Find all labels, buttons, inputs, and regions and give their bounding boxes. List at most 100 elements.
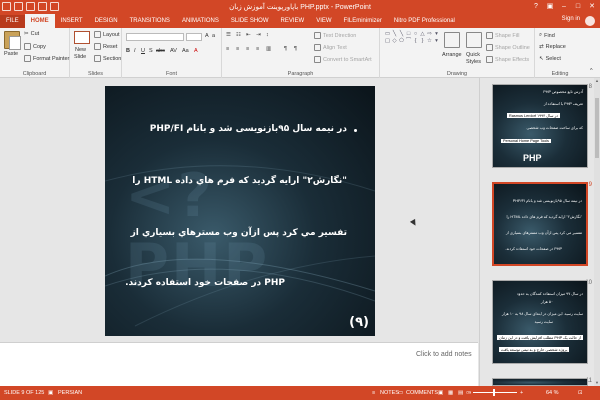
arrange-icon[interactable] <box>444 32 460 48</box>
shapes-gallery[interactable]: ▭ ╲ ╲ □ ○ △ ⇨ ▾ ▢ ◇ ⬠ ⌒ { } ☆ ▾ <box>384 31 440 57</box>
tab-view[interactable]: VIEW <box>310 15 337 28</box>
copy-button[interactable]: Copy <box>24 43 46 50</box>
help-icon[interactable]: ? <box>530 1 542 12</box>
shadow-icon[interactable]: S <box>149 48 153 54</box>
char-spacing-icon[interactable]: AV <box>170 48 177 54</box>
thumbnail-slide-8[interactable]: آدرس تابع مخصوص PHP تعریف PHP با استفاده… <box>492 84 588 168</box>
tab-review[interactable]: REVIEW <box>275 15 311 28</box>
columns-icon[interactable]: ▥ <box>266 46 271 52</box>
slide-text-line-4[interactable]: PHP در صفحات خود استفاده کردند. <box>125 278 285 288</box>
align-right-icon[interactable]: ≡ <box>246 46 249 52</box>
font-size-box[interactable] <box>186 33 202 41</box>
new-slide-button[interactable]: New <box>75 47 86 53</box>
slide-text-line-2[interactable]: "نگارش۲" ارایه گردید که فرم هاي داده HTM… <box>132 176 347 186</box>
increase-indent-icon[interactable]: ⇥ <box>256 32 261 38</box>
align-center-icon[interactable]: ≡ <box>236 46 239 52</box>
new-slide-label2[interactable]: Slide <box>74 54 86 60</box>
comments-toggle[interactable]: COMMENTS <box>406 390 438 396</box>
new-slide-icon[interactable] <box>74 31 90 44</box>
find-button[interactable]: ⌕ Find <box>539 32 555 39</box>
notes-toggle-icon[interactable]: ≡ <box>372 390 375 396</box>
thumbnail-slide-11[interactable] <box>492 378 588 386</box>
quick-styles-label2[interactable]: Styles <box>466 59 481 65</box>
zoom-level[interactable]: 64 % <box>546 390 559 396</box>
ribbon-display-icon[interactable]: ▣ <box>544 1 556 12</box>
shape-brace-icon[interactable]: { <box>412 38 419 45</box>
italic-icon[interactable]: I <box>134 48 136 54</box>
spellcheck-icon[interactable]: ▣ <box>48 390 53 396</box>
quick-styles-icon[interactable] <box>466 32 482 48</box>
tab-file[interactable]: FILE <box>0 15 25 28</box>
scroll-up-icon[interactable]: ▲ <box>594 78 600 84</box>
zoom-slider-knob[interactable] <box>493 389 495 396</box>
thumbnails-scrollbar[interactable]: ▲ ▼ <box>594 78 600 386</box>
shape-scroll-icon[interactable]: ▾ <box>433 38 440 45</box>
align-left-icon[interactable]: ≡ <box>226 46 229 52</box>
slide-text-line-1[interactable]: در نیمه سال ۹۵بازنویسی شد و بانام PHP/FI <box>150 124 347 134</box>
underline-icon[interactable]: U <box>141 48 145 54</box>
shape-effects-button[interactable]: Shape Effects <box>486 56 529 63</box>
bullets-icon[interactable]: ☰ <box>226 32 231 38</box>
maximize-icon[interactable]: □ <box>572 1 584 12</box>
minimize-icon[interactable]: – <box>558 1 570 12</box>
shape-curve-icon[interactable]: ⌒ <box>405 38 412 45</box>
tab-slide-show[interactable]: SLIDE SHOW <box>225 15 275 28</box>
line-spacing-icon[interactable]: ↕ <box>266 32 269 38</box>
decrease-indent-icon[interactable]: ⇤ <box>246 32 251 38</box>
tab-fileminimizer[interactable]: FILEminimizer <box>338 15 388 28</box>
layout-button[interactable]: Layout <box>94 31 120 38</box>
tab-animations[interactable]: ANIMATIONS <box>176 15 225 28</box>
sign-in-link[interactable]: Sign in <box>562 16 580 22</box>
tab-home[interactable]: HOME <box>24 14 55 28</box>
grow-font-icon[interactable]: A <box>205 33 209 39</box>
shape-line-icon[interactable]: ╲ <box>391 31 398 38</box>
scrollbar-thumb[interactable] <box>595 98 599 158</box>
shape-triangle-icon[interactable]: △ <box>419 31 426 38</box>
shape-star-icon[interactable]: ☆ <box>426 38 433 45</box>
comments-toggle-icon[interactable]: ▭ <box>398 390 403 396</box>
numbering-icon[interactable]: ☷ <box>236 32 241 38</box>
replace-button[interactable]: ⇄ Replace <box>539 44 566 50</box>
language-indicator[interactable]: PERSIAN <box>58 390 82 396</box>
collapse-ribbon-icon[interactable]: ^ <box>590 68 593 74</box>
zoom-out-icon[interactable]: – <box>468 390 471 396</box>
shape-brace2-icon[interactable]: } <box>419 38 426 45</box>
bold-icon[interactable]: B <box>126 48 130 54</box>
font-name-box[interactable] <box>126 33 184 41</box>
current-slide[interactable]: <? PHP در نیمه سال ۹۵بازنویسی شد و بانام… <box>105 86 375 336</box>
thumbnail-slide-9[interactable]: در نیمه سال ۹۵بازنویسی شد و بانام PHP/FI… <box>492 182 588 266</box>
quick-styles-button[interactable]: Quick <box>466 52 480 58</box>
normal-view-icon[interactable]: ▣ <box>438 390 443 396</box>
paste-icon[interactable] <box>4 31 21 50</box>
zoom-in-icon[interactable]: + <box>520 390 523 396</box>
shape-fill-button[interactable]: Shape Fill <box>486 32 519 39</box>
tab-transitions[interactable]: TRANSITIONS <box>124 15 176 28</box>
shape-pentagon-icon[interactable]: ⬠ <box>398 38 405 45</box>
thumbnail-slide-10[interactable]: در سال ۹۷ میزان استفاده کنندگان به حدود … <box>492 280 588 364</box>
shape-rounded-icon[interactable]: ▢ <box>384 38 391 45</box>
shape-diamond-icon[interactable]: ◇ <box>391 38 398 45</box>
shape-more-icon[interactable]: ▾ <box>433 31 440 38</box>
paste-button[interactable]: Paste <box>4 51 18 57</box>
shape-rect-icon[interactable]: □ <box>405 31 412 38</box>
shape-arrow-icon[interactable]: ⇨ <box>426 31 433 38</box>
align-text-button[interactable]: Align Text <box>314 44 347 51</box>
slide-sorter-icon[interactable]: ▦ <box>448 390 453 396</box>
justify-icon[interactable]: ≡ <box>256 46 259 52</box>
shrink-font-icon[interactable]: a <box>212 33 215 39</box>
select-button[interactable]: ↖ Select <box>539 56 561 62</box>
tab-nitro-pdf-professional[interactable]: Nitro PDF Professional <box>388 15 461 28</box>
section-button[interactable]: Section <box>94 55 121 62</box>
reading-view-icon[interactable]: ▤ <box>458 390 463 396</box>
ltr-icon[interactable]: ¶ <box>284 46 287 52</box>
cut-button[interactable]: ✂ Cut <box>24 31 39 37</box>
shape-outline-button[interactable]: Shape Outline <box>486 44 530 51</box>
notes-placeholder[interactable]: Click to add notes <box>416 351 472 358</box>
tab-insert[interactable]: INSERT <box>55 15 89 28</box>
zoom-slider[interactable] <box>473 389 517 396</box>
text-direction-button[interactable]: Text Direction <box>314 32 356 39</box>
close-icon[interactable]: ✕ <box>586 1 598 12</box>
slide-text-line-3[interactable]: تفسیر مي کرد پس ازآن وب مسترهاي بسیاري ا… <box>131 228 347 238</box>
notes-toggle[interactable]: NOTES <box>380 390 399 396</box>
fit-slide-icon[interactable]: ⊡ <box>578 390 583 396</box>
